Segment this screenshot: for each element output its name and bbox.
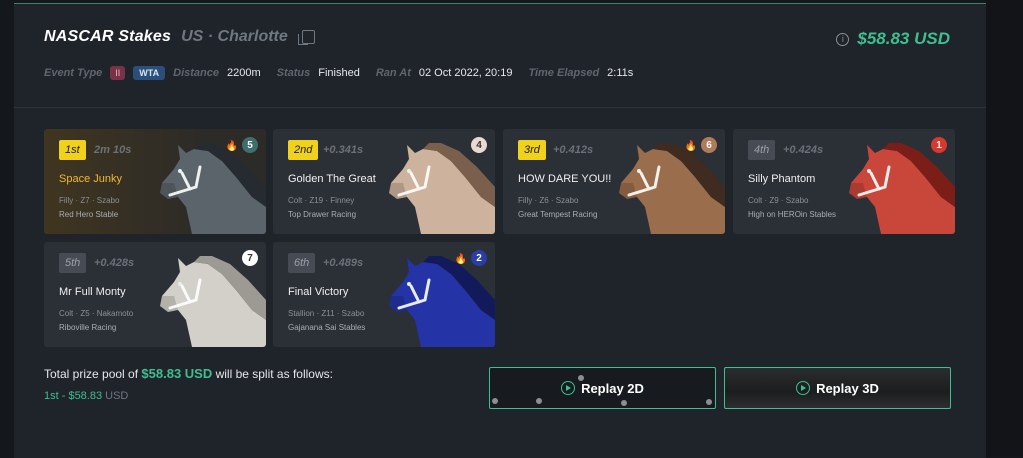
pool-amount: $58.83 USD (141, 366, 213, 381)
finish-time: +0.424s (783, 144, 824, 156)
header-divider (14, 107, 986, 108)
stable-name: Riboville Racing (59, 323, 117, 332)
horse-info: Colt · Z5 · Nakamoto (59, 309, 134, 318)
replay-2d-label: Replay 2D (581, 380, 644, 396)
horse-name: Final Victory (288, 286, 349, 298)
stable-name: Gajanana Sai Stables (288, 323, 366, 332)
race-detail-panel: NASCAR Stakes US · Charlotte i $58.83 US… (14, 3, 986, 458)
prize-pool-text: Total prize pool of $58.83 USD will be s… (44, 366, 333, 381)
place-badge: 3rd (518, 140, 546, 160)
race-location: US · Charlotte (181, 28, 288, 45)
result-card[interactable]: 4th +0.424s Silly Phantom Colt · Z9 · Sz… (733, 129, 955, 234)
horse-info: Stallion · Z11 · Szabo (288, 309, 365, 318)
place-badge: 2nd (288, 140, 319, 160)
gate-number-badge: 4 (471, 137, 487, 153)
prize-split: 1st - $58.83 USD (44, 390, 128, 402)
replay-2d-button[interactable]: Replay 2D (489, 367, 716, 409)
replay-3d-button[interactable]: Replay 3D (724, 367, 951, 409)
pool-suffix: will be split as follows: (215, 367, 333, 381)
stable-name: Great Tempest Racing (518, 210, 598, 219)
split-first: 1st - $58.83 (44, 390, 103, 402)
stable-name: High on HEROin Stables (748, 210, 837, 219)
time-elapsed-value: 2:11s (607, 67, 634, 79)
finish-time: +0.341s (323, 144, 364, 156)
result-card[interactable]: 3rd +0.412s HOW DARE YOU!! Filly · Z6 · … (503, 129, 725, 234)
place-badge: 4th (748, 140, 776, 160)
gate-number-badge: 6 (701, 137, 717, 153)
horse-name: Space Junky (59, 173, 122, 185)
stable-name: Top Drawer Racing (288, 210, 357, 219)
ran-at-label: Ran At (375, 67, 411, 79)
finish-time: +0.489s (323, 257, 364, 269)
pool-prefix: Total prize pool of (44, 367, 139, 381)
place-badge: 6th (288, 253, 316, 273)
race-meta: Event Type II WTA Distance 2200m Status … (44, 66, 641, 80)
race-title: NASCAR Stakes (44, 28, 172, 45)
flame-icon: 🔥 (684, 141, 697, 152)
finish-time: +0.412s (553, 144, 594, 156)
result-card[interactable]: 1st 2m 10s Space Junky Filly · Z7 · Szab… (44, 129, 266, 234)
horse-name: Silly Phantom (748, 173, 816, 185)
gate-number-badge: 2 (471, 250, 487, 266)
time-elapsed-label: Time Elapsed (528, 67, 600, 79)
type-badge: WTA (133, 66, 166, 80)
play-icon (561, 381, 576, 395)
horse-name: Mr Full Monty (59, 286, 126, 298)
race-header: NASCAR Stakes US · Charlotte (44, 28, 315, 46)
copy-icon[interactable] (297, 30, 315, 45)
prize-summary: i $58.83 USD (836, 29, 950, 49)
status-value: Finished (318, 67, 360, 79)
stable-name: Red Hero Stable (59, 210, 119, 219)
flame-icon: 🔥 (454, 254, 467, 265)
horse-info: Filly · Z7 · Szabo (59, 196, 120, 205)
result-card[interactable]: 2nd +0.341s Golden The Great Colt · Z19 … (273, 129, 495, 234)
info-icon[interactable]: i (836, 32, 850, 46)
horse-info: Colt · Z9 · Szabo (748, 196, 809, 205)
horse-info: Filly · Z6 · Szabo (518, 196, 579, 205)
horse-name: Golden The Great (288, 173, 376, 185)
finish-time: +0.428s (94, 257, 135, 269)
place-badge: 1st (59, 140, 86, 160)
replay-3d-label: Replay 3D (816, 380, 879, 396)
class-badge: II (110, 66, 126, 80)
gate-number-badge: 1 (931, 137, 947, 153)
event-type-label: Event Type (44, 67, 103, 79)
distance-value: 2200m (226, 67, 261, 79)
play-icon (796, 381, 811, 395)
result-card[interactable]: 5th +0.428s Mr Full Monty Colt · Z5 · Na… (44, 242, 266, 347)
distance-label: Distance (173, 67, 219, 79)
gate-number-badge: 5 (242, 137, 258, 153)
page-gutter (986, 0, 1023, 457)
ran-at-value: 02 Oct 2022, 20:19 (418, 67, 513, 79)
status-label: Status (276, 67, 311, 79)
finish-time: 2m 10s (94, 144, 132, 156)
horse-name: HOW DARE YOU!! (518, 173, 612, 185)
horse-info: Colt · Z19 · Finney (288, 196, 355, 205)
split-unit: USD (105, 390, 129, 402)
gate-number-badge: 7 (242, 250, 258, 266)
flame-icon: 🔥 (225, 141, 238, 152)
prize-amount: $58.83 USD (857, 29, 950, 48)
place-badge: 5th (59, 253, 87, 273)
result-card[interactable]: 6th +0.489s Final Victory Stallion · Z11… (273, 242, 495, 347)
